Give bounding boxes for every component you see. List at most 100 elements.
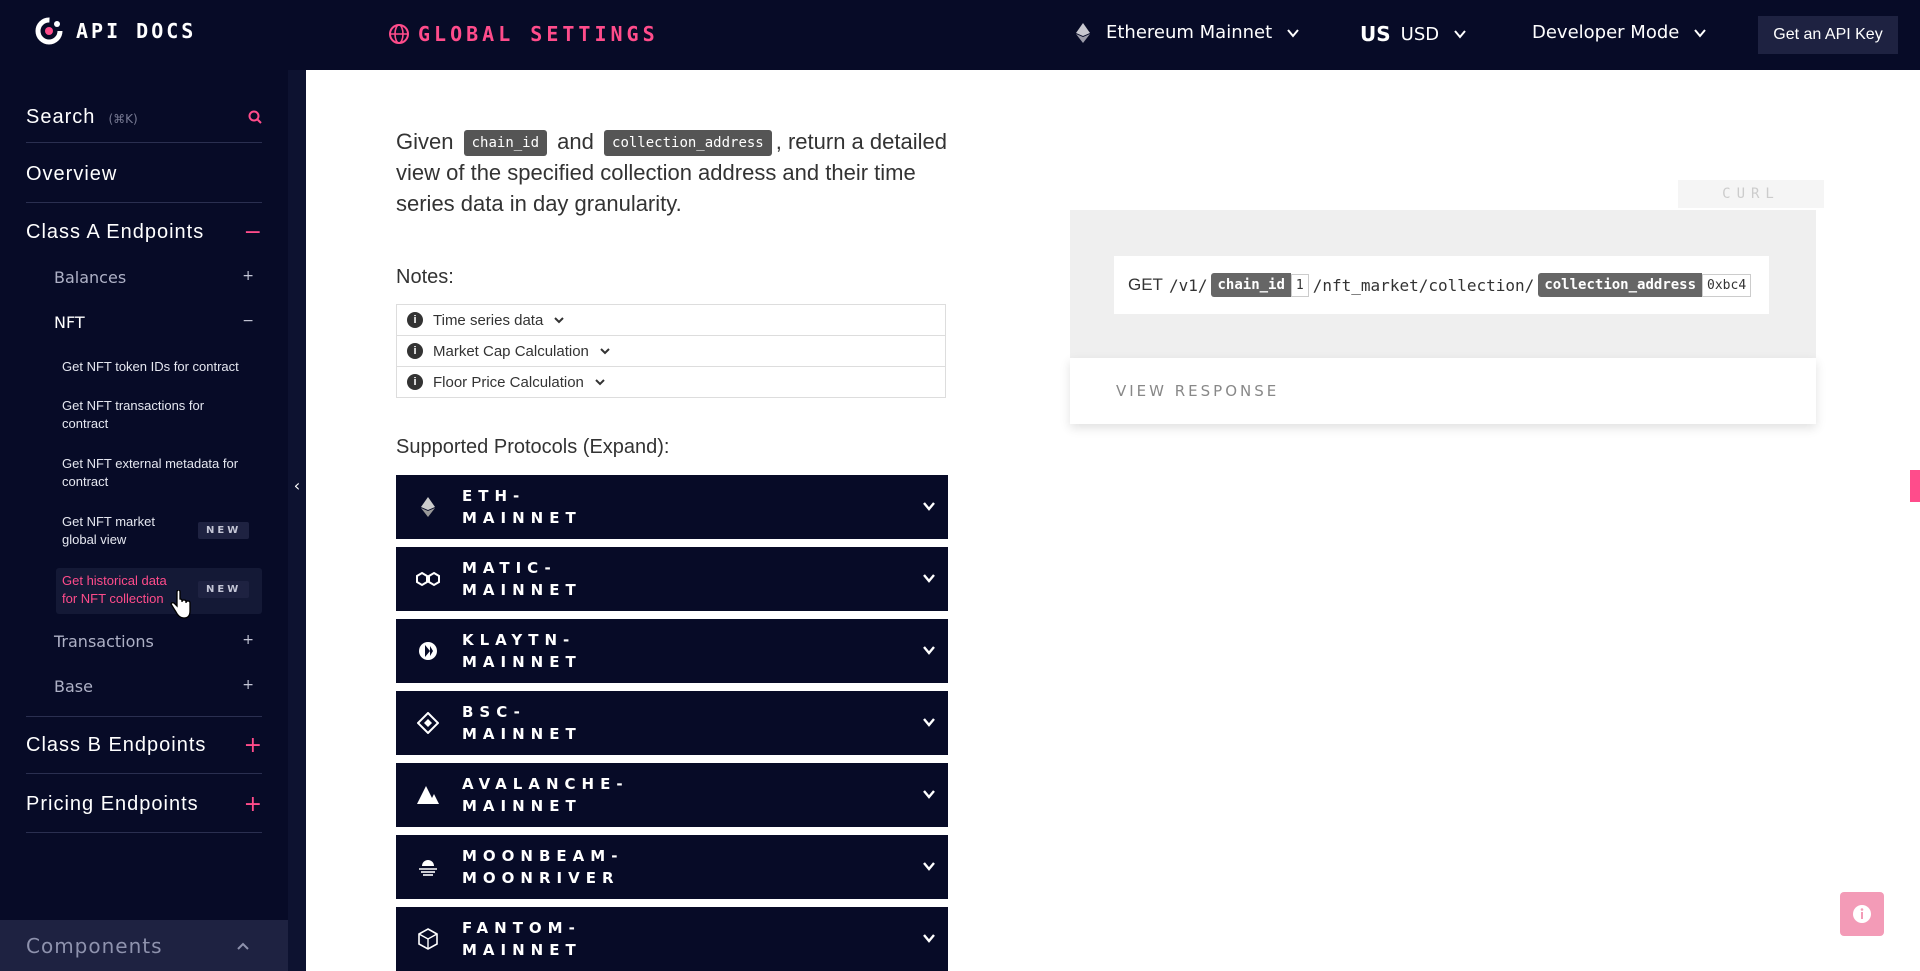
sidebar-item-class-b[interactable]: Class B Endpoints +	[26, 716, 262, 774]
desc-given: Given	[396, 129, 454, 154]
search-icon[interactable]	[248, 110, 262, 124]
chevron-down-icon	[923, 790, 935, 799]
expand-icon[interactable]: +	[242, 268, 254, 287]
global-settings-link[interactable]: GLOBAL SETTINGS	[388, 22, 659, 46]
sidebar-item-transactions[interactable]: Transactions +	[54, 632, 254, 651]
chevron-down-icon	[554, 317, 565, 324]
chevron-down-icon	[595, 379, 605, 386]
network-dropdown[interactable]: Ethereum Mainnet	[1076, 22, 1300, 43]
new-badge: NEW	[198, 522, 250, 539]
expand-icon[interactable]: +	[244, 733, 262, 758]
currency-flag: US	[1360, 22, 1391, 46]
sidebar-leaf-market-global-view[interactable]: Get NFT market global view	[62, 513, 172, 549]
chevron-up-icon[interactable]	[236, 941, 250, 951]
info-icon: i	[407, 343, 423, 359]
protocol-bsc-mainnet[interactable]: BSC- MAINNET	[396, 691, 948, 755]
sidebar-collapse-strip[interactable]: ‹	[288, 70, 306, 971]
protocol-line1: AVALANCHE-	[462, 775, 629, 793]
protocol-label: AVALANCHE- MAINNET	[462, 773, 672, 817]
balances-label: Balances	[54, 268, 127, 287]
protocol-matic-mainnet[interactable]: MATIC- MAINNET	[396, 547, 948, 611]
currency-dropdown[interactable]: US USD	[1360, 22, 1467, 46]
expand-icon[interactable]: +	[242, 632, 254, 651]
collection-address-chip: collection_address	[604, 130, 772, 157]
logo[interactable]: API DOCS	[34, 16, 196, 46]
expand-icon[interactable]: +	[244, 792, 262, 817]
sidebar: ‹ Search (⌘K) Overview Class A Endpoints…	[0, 70, 306, 971]
bnb-icon	[416, 711, 440, 735]
network-label: Ethereum Mainnet	[1106, 22, 1273, 43]
sidebar-leaf-external-metadata[interactable]: Get NFT external metadata for contract	[62, 455, 247, 491]
search-row[interactable]: Search (⌘K)	[26, 92, 262, 143]
notes-heading: Notes:	[396, 266, 454, 288]
param-chain-id-input[interactable]: 1	[1290, 273, 1309, 297]
protocol-label: ETH- MAINNET	[462, 485, 672, 529]
http-method: GET	[1128, 275, 1163, 294]
sidebar-item-pricing[interactable]: Pricing Endpoints +	[26, 776, 262, 833]
logo-text: API DOCS	[76, 19, 197, 43]
class-a-label: Class A Endpoints	[26, 220, 205, 243]
sidebar-leaf-token-ids[interactable]: Get NFT token IDs for contract	[62, 358, 252, 376]
protocol-moonbeam-moonriver[interactable]: MOONBEAM- MOONRIVER	[396, 835, 948, 899]
endpoint-description: Given chain_id and collection_address, r…	[396, 126, 956, 219]
main-content: Given chain_id and collection_address, r…	[306, 70, 1920, 971]
request-url-line: GET /v1/ chain_id 1 /nft_market/collectio…	[1114, 256, 1769, 314]
top-navigation-bar: API DOCS GLOBAL SETTINGS Ethereum Mainne…	[0, 0, 1920, 70]
note-market-cap[interactable]: i Market Cap Calculation	[397, 336, 945, 367]
components-bar[interactable]: Components	[0, 920, 288, 971]
collapse-icon[interactable]: −	[244, 220, 262, 245]
protocol-label: BSC- MAINNET	[462, 701, 672, 745]
sidebar-item-base[interactable]: Base +	[54, 677, 254, 696]
collapse-icon[interactable]: −	[242, 313, 254, 332]
sidebar-leaf-nft-transactions[interactable]: Get NFT transactions for contract	[62, 397, 222, 433]
desc-and: and	[557, 129, 594, 154]
view-response-button[interactable]: VIEW RESPONSE	[1070, 358, 1816, 424]
chevron-down-icon	[600, 348, 610, 355]
param-chain-id-label: chain_id	[1211, 273, 1291, 297]
sidebar-item-overview[interactable]: Overview	[26, 146, 262, 203]
expand-icon[interactable]: +	[242, 677, 254, 696]
note-time-series[interactable]: i Time series data	[397, 305, 945, 336]
protocol-eth-mainnet[interactable]: ETH- MAINNET	[396, 475, 948, 539]
sidebar-item-class-a[interactable]: Class A Endpoints −	[26, 206, 262, 258]
protocol-line2: MAINNET	[462, 797, 582, 815]
scroll-marker	[1910, 470, 1920, 502]
sidebar-item-nft[interactable]: NFT −	[54, 313, 254, 332]
chevron-down-icon	[923, 574, 935, 583]
param-collection-address-input[interactable]: 0xbc4	[1702, 273, 1752, 297]
path-segment: /v1/	[1168, 275, 1208, 295]
request-panel: GET /v1/ chain_id 1 /nft_market/collectio…	[1070, 210, 1816, 358]
protocol-line1: ETH-	[462, 487, 526, 505]
mode-label: Developer Mode	[1532, 22, 1680, 43]
moonbeam-icon	[416, 855, 440, 879]
note-floor-price[interactable]: i Floor Price Calculation	[397, 367, 945, 397]
sidebar-leaf-historical-data[interactable]: Get historical data for NFT collection	[62, 572, 182, 608]
chevron-down-icon	[923, 862, 935, 871]
class-b-label: Class B Endpoints	[26, 733, 207, 756]
protocols-heading: Supported Protocols (Expand):	[396, 436, 670, 458]
chevron-down-icon	[1454, 30, 1466, 39]
protocol-label: FANTOM- MAINNET	[462, 917, 672, 961]
protocol-label: KLAYTN- MAINNET	[462, 629, 672, 673]
transactions-label: Transactions	[54, 632, 154, 651]
protocol-avalanche-mainnet[interactable]: AVALANCHE- MAINNET	[396, 763, 948, 827]
logo-icon	[35, 17, 63, 45]
mode-dropdown[interactable]: Developer Mode	[1532, 22, 1707, 43]
curl-tab[interactable]: CURL	[1678, 180, 1824, 208]
chevron-down-icon	[1287, 28, 1299, 38]
fantom-icon	[416, 927, 440, 951]
protocol-line2: MAINNET	[462, 653, 582, 671]
sidebar-item-balances[interactable]: Balances +	[54, 268, 254, 287]
base-label: Base	[54, 677, 93, 696]
chevron-left-icon[interactable]: ‹	[288, 476, 306, 496]
protocol-fantom-mainnet[interactable]: FANTOM- MAINNET	[396, 907, 948, 971]
note-label: Time series data	[433, 311, 544, 329]
get-api-key-button[interactable]: Get an API Key	[1758, 16, 1898, 54]
protocol-label: MOONBEAM- MOONRIVER	[462, 845, 672, 889]
help-button[interactable]	[1840, 892, 1884, 936]
info-icon	[1853, 905, 1871, 923]
global-settings-label: GLOBAL SETTINGS	[418, 22, 659, 46]
protocol-line1: MATIC-	[462, 559, 557, 577]
protocol-klaytn-mainnet[interactable]: KLAYTN- MAINNET	[396, 619, 948, 683]
note-label: Floor Price Calculation	[433, 373, 584, 391]
